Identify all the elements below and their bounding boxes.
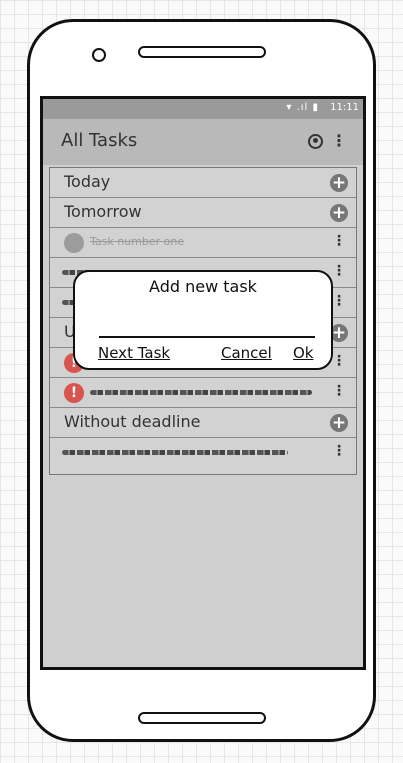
account-icon[interactable] [308, 134, 323, 149]
task-menu-icon[interactable]: ⋮ [332, 384, 346, 398]
section-tomorrow: Tomorrow + [50, 198, 356, 228]
section-today: Today + [50, 168, 356, 198]
page-title: All Tasks [61, 130, 138, 151]
task-checkbox-icon[interactable] [64, 233, 84, 253]
add-today-icon[interactable]: + [330, 174, 348, 192]
task-placeholder-text [62, 450, 288, 455]
section-label-today: Today [64, 172, 111, 191]
cancel-button[interactable]: Cancel [221, 344, 272, 362]
task-menu-icon[interactable]: ⋮ [332, 354, 346, 368]
section-label-without-deadline: Without deadline [64, 412, 201, 431]
home-button[interactable] [138, 712, 266, 724]
add-tomorrow-icon[interactable]: + [330, 204, 348, 222]
next-task-button[interactable]: Next Task [98, 344, 170, 362]
task-placeholder-text [90, 390, 312, 395]
status-icons: ▾ .ıl ▮ [286, 102, 319, 113]
section-without-deadline: Without deadline + [50, 408, 356, 438]
dialog-title: Add new task [149, 277, 257, 296]
task-row[interactable]: ⋮ [50, 438, 356, 468]
task-menu-icon[interactable]: ⋮ [332, 264, 346, 278]
task-menu-icon[interactable]: ⋮ [332, 294, 346, 308]
add-task-dialog: Add new task Next Task Cancel Ok [73, 270, 333, 370]
task-menu-icon[interactable]: ⋮ [332, 444, 346, 458]
status-bar: ▾ .ıl ▮ 11:11 [43, 99, 363, 119]
task-menu-icon[interactable]: ⋮ [332, 234, 346, 248]
task-row-overdue[interactable]: ! ⋮ [50, 378, 356, 408]
add-without-deadline-icon[interactable]: + [330, 414, 348, 432]
task-name-input[interactable] [99, 322, 315, 338]
alert-icon: ! [64, 383, 84, 403]
ok-button[interactable]: Ok [293, 344, 314, 362]
task-row-completed[interactable]: Task number one ⋮ [50, 228, 356, 258]
camera-icon [92, 48, 106, 62]
section-label-tomorrow: Tomorrow [64, 202, 142, 221]
status-time: 11:11 [330, 102, 359, 113]
task-text: Task number one [90, 235, 185, 248]
speaker-grille [138, 46, 266, 58]
app-bar: All Tasks ⋮ [43, 119, 363, 165]
screen: ▾ .ıl ▮ 11:11 All Tasks ⋮ Today + Tomorr… [40, 96, 366, 670]
overflow-menu-icon[interactable]: ⋮ [331, 133, 347, 149]
